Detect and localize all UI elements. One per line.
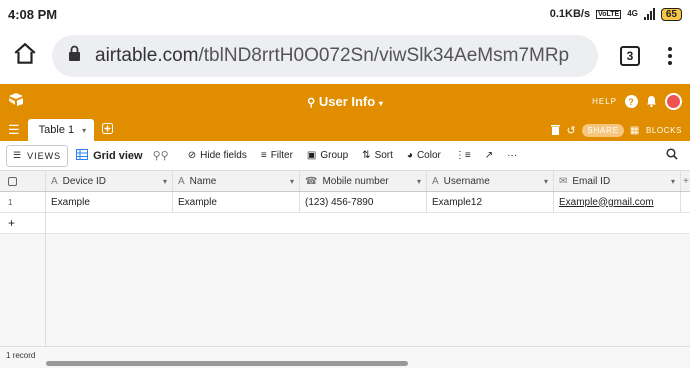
cell-name[interactable]: Example — [173, 192, 300, 212]
row-number: 1 — [0, 192, 46, 212]
column-label: Name — [189, 175, 217, 187]
base-title-label: User Info — [318, 94, 376, 109]
select-all-checkbox[interactable] — [0, 171, 46, 191]
base-title[interactable]: ⚲ User Info ▾ — [0, 94, 690, 109]
sort-icon: ⇅ — [362, 150, 371, 161]
paint-bucket-icon: ◕ — [406, 150, 413, 161]
row-height-icon[interactable]: ⋮≡ — [448, 150, 478, 161]
tab-table-1-label: Table 1 — [38, 124, 75, 136]
share-view-icon[interactable]: ↗ — [478, 150, 500, 161]
chevron-down-icon[interactable]: ▾ — [290, 177, 294, 186]
column-label: Device ID — [62, 175, 107, 187]
lock-icon — [68, 45, 81, 68]
group-icon: ▣ — [306, 150, 317, 161]
hamburger-icon: ☰ — [13, 150, 23, 160]
sort-label: Sort — [374, 150, 393, 161]
eye-slash-icon: ⊘ — [187, 150, 197, 161]
view-switcher[interactable]: Grid view — [76, 148, 143, 163]
group-label: Group — [320, 150, 349, 161]
collaborators-icon: ⚲ — [307, 97, 316, 109]
home-icon[interactable] — [12, 41, 38, 72]
chevron-down-icon[interactable]: ▾ — [671, 177, 675, 186]
filter-icon: ≡ — [260, 150, 267, 161]
record-count: 1 record — [6, 351, 36, 360]
network-type: 4G — [627, 9, 638, 18]
battery-icon: 65 — [660, 7, 682, 21]
column-header-email-id[interactable]: ✉ Email ID ▾ — [554, 171, 681, 191]
status-bar: 4:08 PM 0.1KB/s VoLTE 4G 65 — [0, 0, 690, 28]
column-header-mobile-number[interactable]: ☎ Mobile number ▾ — [300, 171, 427, 191]
more-options-button[interactable]: ··· — [500, 150, 524, 161]
hide-fields-label: Hide fields — [200, 150, 247, 161]
cell-mobile-number[interactable]: (123) 456-7890 — [300, 192, 427, 212]
add-row[interactable]: + — [0, 213, 690, 234]
tabs-right-actions: ↺ SHARE ▦ BLOCKS — [551, 123, 682, 137]
search-icon[interactable] — [666, 148, 678, 163]
column-label: Email ID — [572, 175, 611, 187]
column-label: Mobile number — [322, 175, 389, 187]
cell-device-id[interactable]: Example — [46, 192, 173, 212]
cell-username[interactable]: Example12 — [427, 192, 554, 212]
table-tabs-bar: ☰ Table 1 ▾ ↺ SHARE ▦ BLOCKS — [0, 119, 690, 141]
color-label: Color — [416, 150, 441, 161]
collaborators-icon[interactable]: ⚲⚲ — [153, 149, 169, 162]
network-speed: 0.1KB/s — [549, 8, 591, 20]
url-host: airtable.com — [95, 45, 199, 66]
status-time: 4:08 PM — [8, 6, 58, 22]
column-header-device-id[interactable]: A Device ID ▾ — [46, 171, 173, 191]
group-button[interactable]: ▣ Group — [300, 150, 355, 161]
color-button[interactable]: ◕ Color — [400, 150, 448, 161]
sort-button[interactable]: ⇅ Sort — [355, 150, 400, 161]
text-field-icon: A — [432, 175, 439, 187]
blocks-icon[interactable]: ▦ — [630, 125, 640, 136]
view-toolbar: ☰ VIEWS Grid view ⚲⚲ ⊘ Hide fields ≡ Filte… — [0, 141, 690, 171]
history-icon[interactable]: ↺ — [566, 124, 576, 137]
trash-icon[interactable] — [551, 124, 561, 137]
table-row[interactable]: 1 Example Example (123) 456-7890 Example… — [0, 192, 690, 213]
filter-label: Filter — [270, 150, 293, 161]
tab-table-1[interactable]: Table 1 ▾ — [27, 119, 95, 141]
blocks-button[interactable]: BLOCKS — [646, 126, 682, 135]
add-row-area[interactable] — [46, 213, 690, 233]
address-bar[interactable]: airtable.com/tblND8rrtH0O072Sn/viwSlk34A… — [52, 35, 598, 77]
hamburger-menu-icon[interactable]: ☰ — [8, 122, 20, 138]
browser-bar: airtable.com/tblND8rrtH0O072Sn/viwSlk34A… — [0, 28, 690, 84]
chevron-down-icon: ▾ — [378, 99, 383, 108]
filter-button[interactable]: ≡ Filter — [254, 150, 300, 161]
data-grid: A Device ID ▾ A Name ▾ ☎ Mobile number ▾ A User… — [0, 171, 690, 368]
grid-icon — [76, 148, 89, 163]
base-header: ⚲ User Info ▾ HELP ? — [0, 84, 690, 119]
url-path: /tblND8rrtH0O072Sn/viwSlk34AeMsm7MRp — [198, 45, 570, 66]
tab-switcher-button[interactable]: 3 — [620, 46, 640, 66]
add-table-icon[interactable] — [102, 121, 114, 139]
column-header-username[interactable]: A Username ▾ — [427, 171, 554, 191]
text-field-icon: A — [178, 175, 185, 187]
add-record-icon[interactable]: + — [0, 213, 46, 233]
browser-menu-icon[interactable] — [668, 47, 672, 65]
email-field-icon: ✉ — [559, 175, 568, 187]
chevron-down-icon[interactable]: ▾ — [544, 177, 548, 186]
volte-icon: VoLTE — [596, 9, 622, 19]
views-label: VIEWS — [27, 150, 62, 161]
status-indicators: 0.1KB/s VoLTE 4G 65 — [549, 7, 682, 21]
view-name: Grid view — [93, 149, 143, 162]
chevron-down-icon[interactable]: ▾ — [163, 177, 167, 186]
share-button[interactable]: SHARE — [582, 123, 624, 137]
header-row: A Device ID ▾ A Name ▾ ☎ Mobile number ▾ A User… — [0, 171, 690, 192]
column-header-name[interactable]: A Name ▾ — [173, 171, 300, 191]
text-field-icon: A — [51, 175, 58, 187]
chevron-down-icon[interactable]: ▾ — [417, 177, 421, 186]
column-label: Username — [443, 175, 490, 187]
cell-email-id[interactable]: Example@gmail.com — [554, 192, 681, 212]
grid-footer: 1 record — [0, 346, 690, 368]
phone-field-icon: ☎ — [305, 175, 318, 187]
add-field-icon[interactable]: + — [681, 171, 690, 191]
views-button[interactable]: ☰ VIEWS — [6, 144, 69, 167]
signal-icon — [643, 8, 655, 20]
horizontal-scrollbar[interactable] — [46, 361, 408, 366]
hide-fields-button[interactable]: ⊘ Hide fields — [181, 150, 254, 161]
chevron-down-icon[interactable]: ▾ — [82, 126, 86, 135]
